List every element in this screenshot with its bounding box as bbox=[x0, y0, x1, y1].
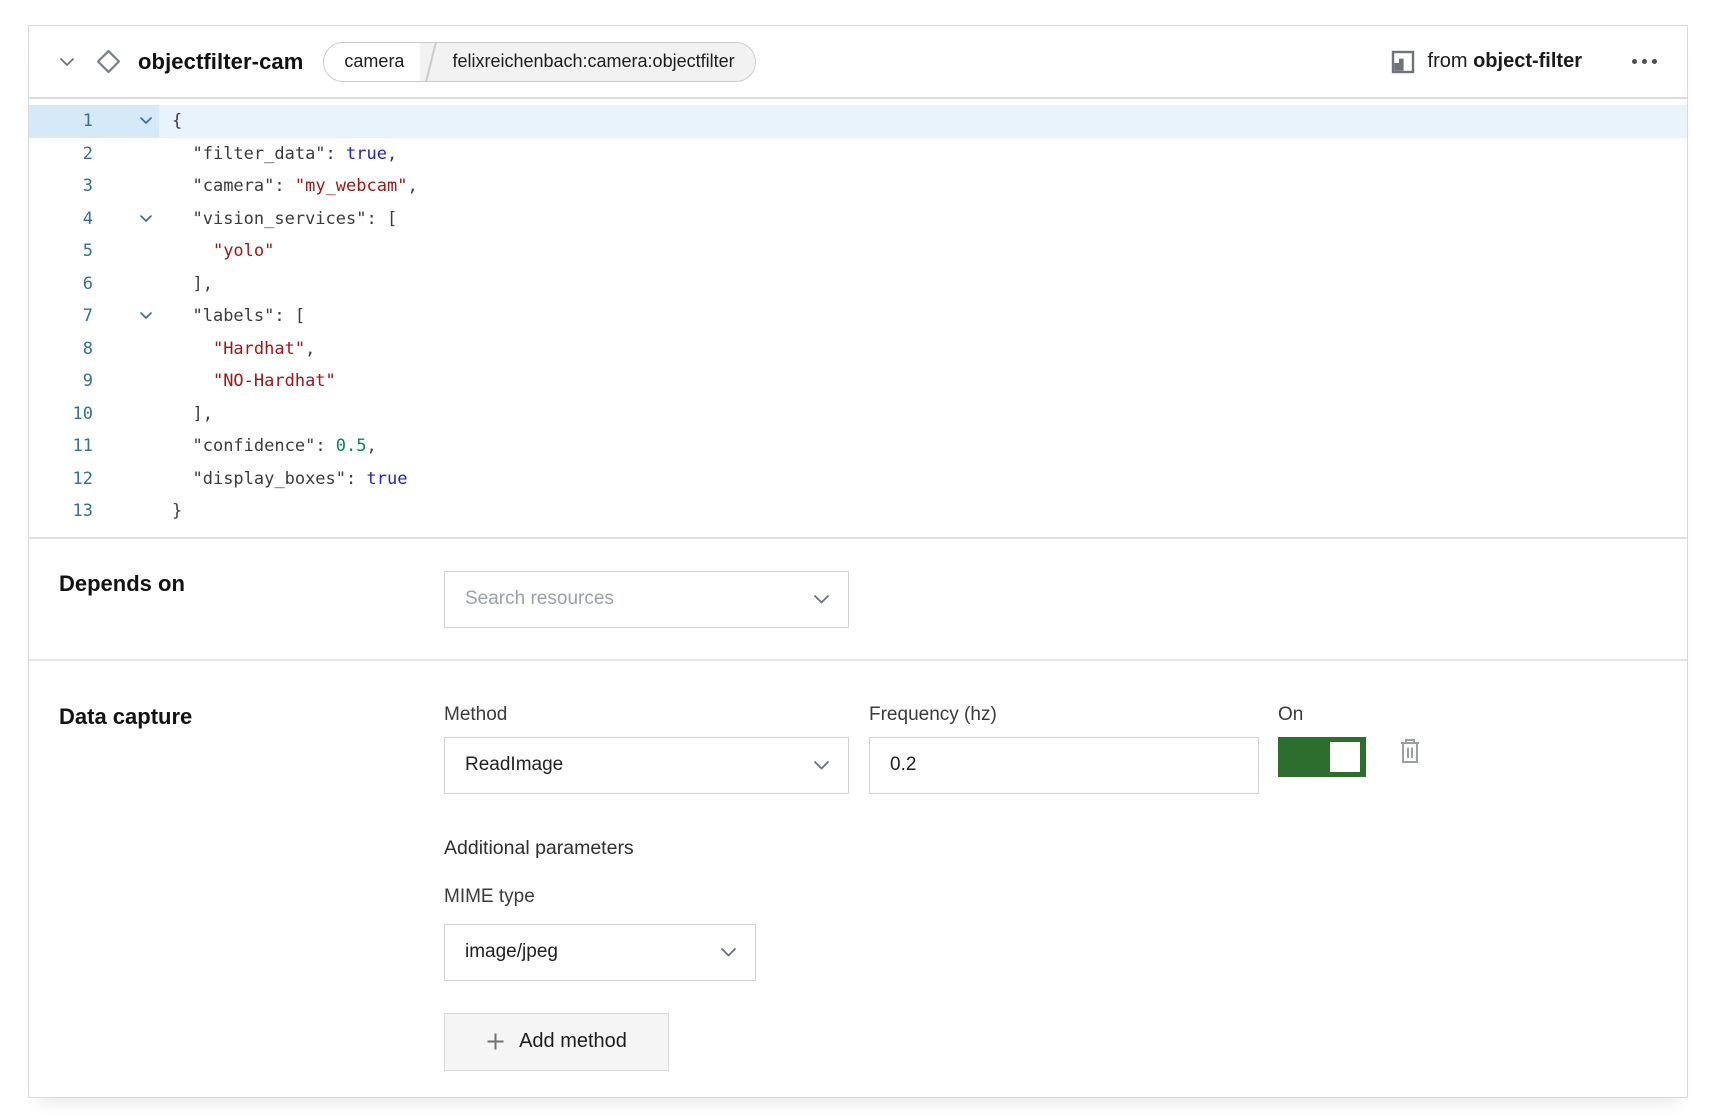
chevron-down-icon bbox=[813, 760, 830, 771]
frequency-input[interactable] bbox=[890, 754, 1240, 776]
data-capture-label: Data capture bbox=[59, 704, 444, 730]
data-capture-section: Data capture Method ReadImage Frequency … bbox=[29, 661, 1687, 1071]
depends-on-section: Depends on Search resources bbox=[29, 539, 1687, 661]
code-line-7[interactable]: 7 "labels": [ bbox=[29, 300, 1687, 333]
chevron-down-icon bbox=[813, 594, 830, 605]
code-line-11[interactable]: 11 "confidence": 0.5, bbox=[29, 430, 1687, 463]
add-method-label: Add method bbox=[519, 1030, 627, 1053]
code-text: ], bbox=[159, 398, 213, 431]
code-line-12[interactable]: 12 "display_boxes": true bbox=[29, 463, 1687, 496]
module-name: object-filter bbox=[1473, 50, 1582, 72]
chevron-down-icon bbox=[720, 947, 737, 958]
fold-chevron-down-icon[interactable] bbox=[93, 300, 159, 333]
more-options-ellipsis-icon[interactable] bbox=[1630, 53, 1659, 70]
code-line-8[interactable]: 8 "Hardhat", bbox=[29, 333, 1687, 366]
resource-name: objectfilter-cam bbox=[138, 49, 303, 75]
code-text: } bbox=[159, 495, 182, 528]
line-number: 6 bbox=[29, 268, 93, 301]
frequency-input-wrap bbox=[869, 737, 1259, 794]
depends-on-placeholder: Search resources bbox=[465, 588, 813, 610]
on-label: On bbox=[1278, 704, 1366, 726]
resource-type-badge: camera bbox=[324, 43, 420, 81]
code-text: "filter_data": true, bbox=[159, 138, 397, 171]
resource-diamond-icon bbox=[95, 48, 122, 75]
method-value: ReadImage bbox=[465, 754, 813, 776]
depends-on-label: Depends on bbox=[59, 571, 444, 597]
line-number: 1 bbox=[29, 105, 93, 138]
code-text: "confidence": 0.5, bbox=[159, 430, 377, 463]
frequency-label: Frequency (hz) bbox=[869, 704, 1259, 726]
mime-type-select[interactable]: image/jpeg bbox=[444, 924, 756, 981]
line-number: 2 bbox=[29, 138, 93, 171]
code-line-6[interactable]: 6 ], bbox=[29, 268, 1687, 301]
code-line-9[interactable]: 9 "NO-Hardhat" bbox=[29, 365, 1687, 398]
code-line-2[interactable]: 2 "filter_data": true, bbox=[29, 138, 1687, 171]
code-text: "vision_services": [ bbox=[159, 203, 397, 236]
mime-type-value: image/jpeg bbox=[465, 941, 720, 963]
line-number: 13 bbox=[29, 495, 93, 528]
from-module-text: from object-filter bbox=[1428, 50, 1582, 73]
depends-on-select[interactable]: Search resources bbox=[444, 571, 849, 628]
line-number: 5 bbox=[29, 235, 93, 268]
resource-model-badge: felixreichenbach:camera:objectfilter bbox=[446, 43, 754, 81]
line-number: 11 bbox=[29, 430, 93, 463]
line-number: 12 bbox=[29, 463, 93, 496]
code-line-3[interactable]: 3 "camera": "my_webcam", bbox=[29, 170, 1687, 203]
code-text: "display_boxes": true bbox=[159, 463, 407, 496]
code-text: "labels": [ bbox=[159, 300, 305, 333]
method-label: Method bbox=[444, 704, 849, 726]
code-text: "camera": "my_webcam", bbox=[159, 170, 418, 203]
card-header: objectfilter-cam camera felixreichenbach… bbox=[29, 26, 1687, 99]
line-number: 3 bbox=[29, 170, 93, 203]
line-number: 7 bbox=[29, 300, 93, 333]
code-editor[interactable]: 1{2 "filter_data": true,3 "camera": "my_… bbox=[29, 99, 1687, 539]
resource-type-model-badge: camera felixreichenbach:camera:objectfil… bbox=[323, 42, 755, 82]
code-line-4[interactable]: 4 "vision_services": [ bbox=[29, 203, 1687, 236]
badge-divider bbox=[420, 43, 446, 81]
resource-config-card: objectfilter-cam camera felixreichenbach… bbox=[28, 25, 1688, 1098]
code-text: ], bbox=[159, 268, 213, 301]
fold-chevron-down-icon[interactable] bbox=[93, 105, 159, 138]
code-line-1[interactable]: 1{ bbox=[29, 105, 1687, 138]
add-method-button[interactable]: Add method bbox=[444, 1013, 669, 1071]
module-icon bbox=[1391, 50, 1415, 74]
mime-type-label: MIME type bbox=[444, 886, 1687, 908]
collapse-chevron-down-icon[interactable] bbox=[57, 52, 77, 72]
fold-chevron-down-icon[interactable] bbox=[93, 203, 159, 236]
method-select[interactable]: ReadImage bbox=[444, 737, 849, 794]
line-number: 8 bbox=[29, 333, 93, 366]
code-line-5[interactable]: 5 "yolo" bbox=[29, 235, 1687, 268]
code-line-13[interactable]: 13} bbox=[29, 495, 1687, 528]
plus-icon bbox=[486, 1032, 505, 1051]
additional-parameters-label: Additional parameters bbox=[444, 837, 1687, 860]
capture-on-toggle[interactable] bbox=[1278, 737, 1366, 777]
code-text: "yolo" bbox=[159, 235, 274, 268]
code-text: "Hardhat", bbox=[159, 333, 315, 366]
toggle-knob bbox=[1330, 742, 1360, 772]
line-number: 4 bbox=[29, 203, 93, 236]
code-text: { bbox=[159, 105, 182, 138]
line-number: 10 bbox=[29, 398, 93, 431]
code-text: "NO-Hardhat" bbox=[159, 365, 336, 398]
code-line-10[interactable]: 10 ], bbox=[29, 398, 1687, 431]
delete-method-trash-icon[interactable] bbox=[1397, 736, 1423, 794]
line-number: 9 bbox=[29, 365, 93, 398]
